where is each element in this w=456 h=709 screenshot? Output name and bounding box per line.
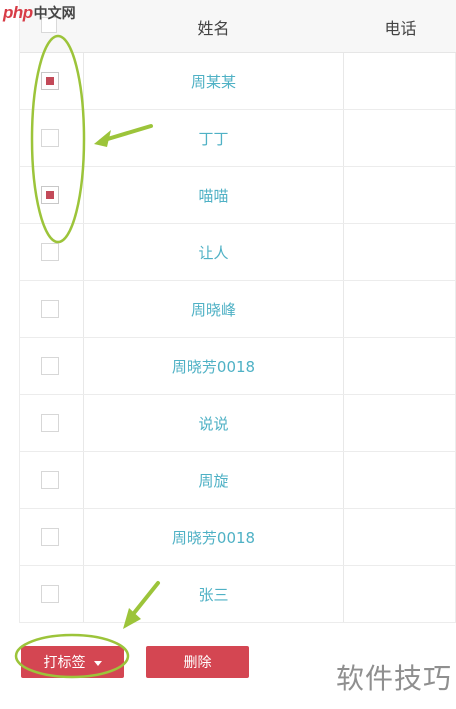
row-checkbox[interactable] [41, 72, 59, 90]
table-row: 喵喵 [20, 167, 456, 224]
php-chinese-watermark: php 中文网 [3, 3, 76, 23]
phone-cell [344, 167, 456, 223]
table-header-row: 姓名 电话 [20, 0, 456, 53]
table-row: 周晓峰 [20, 281, 456, 338]
row-checkbox-cell [20, 110, 83, 166]
row-checkbox-cell [20, 509, 83, 565]
delete-button[interactable]: 删除 [146, 646, 249, 678]
row-checkbox[interactable] [41, 471, 59, 489]
tag-dropdown-button[interactable]: 打标签 [21, 646, 124, 678]
table-row: 周旋 [20, 452, 456, 509]
contact-name-link[interactable]: 周某某 [84, 53, 343, 109]
contact-name-link[interactable]: 周晓芳0018 [84, 338, 343, 394]
table-row: 说说 [20, 395, 456, 452]
row-checkbox-cell [20, 566, 83, 622]
table-row: 周某某 [20, 53, 456, 110]
row-checkbox-cell [20, 338, 83, 394]
phone-cell [344, 53, 456, 109]
contact-name-link[interactable]: 喵喵 [84, 167, 343, 223]
tag-button-label: 打标签 [43, 655, 86, 671]
phone-cell [344, 395, 456, 451]
table-row: 周晓芳0018 [20, 509, 456, 566]
phone-cell [344, 509, 456, 565]
chevron-down-icon [93, 660, 102, 666]
row-checkbox-cell [20, 395, 83, 451]
table-row: 周晓芳0018 [20, 338, 456, 395]
phone-cell [344, 452, 456, 508]
software-tips-watermark: 软件技巧 [335, 662, 452, 695]
php-watermark-text: php [3, 3, 33, 22]
delete-button-label: 删除 [183, 655, 212, 671]
row-checkbox-cell [20, 53, 83, 109]
contact-name-link[interactable]: 周旋 [84, 452, 343, 508]
contact-name-link[interactable]: 让人 [84, 224, 343, 280]
contact-table: 姓名 电话 周某某 丁丁 喵喵 让人 周晓峰 周晓芳0018 说说 周旋 周晓芳… [19, 0, 456, 623]
name-column-header: 姓名 [197, 18, 230, 38]
contact-name-link[interactable]: 丁丁 [84, 110, 343, 166]
contact-name-link[interactable]: 周晓峰 [84, 281, 343, 337]
row-checkbox[interactable] [41, 129, 59, 147]
row-checkbox[interactable] [41, 528, 59, 546]
row-checkbox[interactable] [41, 186, 59, 204]
table-row: 让人 [20, 224, 456, 281]
row-checkbox-cell [20, 281, 83, 337]
phone-column-header: 电话 [384, 18, 417, 38]
row-checkbox-cell [20, 452, 83, 508]
contact-name-link[interactable]: 周晓芳0018 [84, 509, 343, 565]
row-checkbox[interactable] [41, 243, 59, 261]
phone-cell [344, 281, 456, 337]
phone-cell [344, 566, 456, 622]
row-checkbox-cell [20, 167, 83, 223]
table-row: 丁丁 [20, 110, 456, 167]
row-checkbox[interactable] [41, 414, 59, 432]
table-row: 张三 [20, 566, 456, 623]
row-checkbox[interactable] [41, 357, 59, 375]
page: php 中文网 姓名 电话 周某某 丁丁 喵喵 让人 周晓峰 周晓芳0018 说… [0, 0, 456, 709]
phone-cell [344, 338, 456, 394]
site-watermark-text: 中文网 [33, 5, 76, 21]
row-checkbox[interactable] [41, 300, 59, 318]
phone-cell [344, 110, 456, 166]
phone-cell [344, 224, 456, 280]
contact-name-link[interactable]: 张三 [84, 566, 343, 622]
row-checkbox[interactable] [41, 585, 59, 603]
contact-name-link[interactable]: 说说 [84, 395, 343, 451]
row-checkbox-cell [20, 224, 83, 280]
